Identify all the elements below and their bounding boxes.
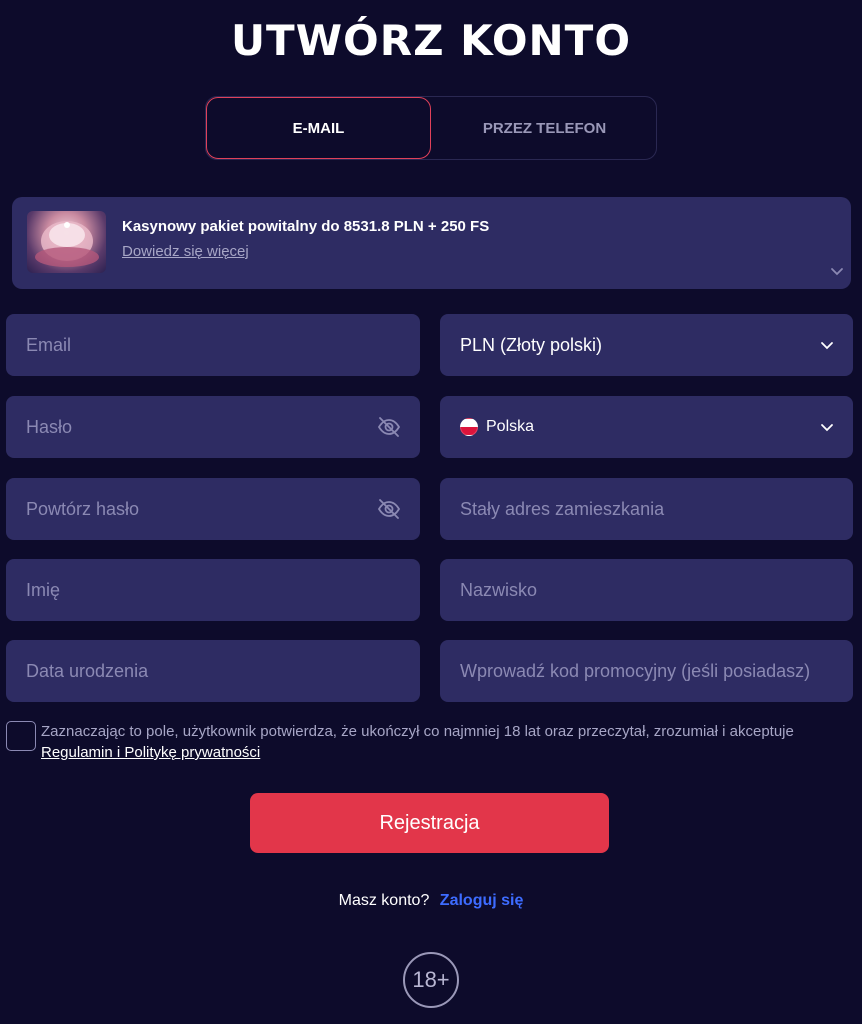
currency-select[interactable]: PLN (Złoty polski)	[440, 314, 853, 376]
address-field[interactable]	[440, 478, 853, 540]
bonus-learn-more-link[interactable]: Dowiedz się więcej	[122, 243, 249, 260]
repeat-password-input[interactable]	[26, 498, 376, 520]
chevron-down-icon	[821, 424, 833, 432]
repeat-password-field[interactable]	[6, 478, 420, 540]
register-button[interactable]: Rejestracja	[250, 793, 609, 853]
age-restriction-badge: 18+	[403, 952, 459, 1008]
password-field[interactable]	[6, 396, 420, 458]
consent-checkbox[interactable]	[6, 721, 36, 751]
tab-phone[interactable]: PRZEZ TELEFON	[432, 97, 657, 159]
eye-off-icon[interactable]	[376, 496, 402, 522]
eye-off-icon[interactable]	[376, 414, 402, 440]
birthdate-field[interactable]	[6, 640, 420, 702]
first-name-field[interactable]	[6, 559, 420, 621]
currency-value: PLN (Złoty polski)	[460, 334, 603, 355]
last-name-field[interactable]	[440, 559, 853, 621]
country-value: Polska	[486, 418, 535, 435]
login-prompt: Masz konto? Zaloguj się	[0, 892, 862, 910]
login-link[interactable]: Zaloguj się	[440, 892, 524, 909]
signup-method-tabs: E-MAIL PRZEZ TELEFON	[205, 96, 657, 160]
promo-code-field[interactable]	[440, 640, 853, 702]
last-name-input[interactable]	[460, 579, 835, 601]
bonus-image	[27, 211, 106, 273]
birthdate-input[interactable]	[26, 660, 402, 682]
email-field[interactable]	[6, 314, 420, 376]
tab-email[interactable]: E-MAIL	[206, 97, 431, 159]
chevron-down-icon[interactable]	[829, 263, 845, 279]
promo-code-input[interactable]	[460, 660, 835, 682]
terms-privacy-link[interactable]: Regulamin i Politykę prywatności	[41, 744, 260, 761]
password-input[interactable]	[26, 416, 376, 438]
page-title: UTWÓRZ KONTO	[230, 16, 632, 65]
country-select[interactable]: Polska	[440, 396, 853, 458]
login-question: Masz konto?	[338, 892, 430, 909]
consent-label: Zaznaczając to pole, użytkownik potwierd…	[41, 721, 851, 763]
address-input[interactable]	[460, 498, 835, 520]
registration-page: UTWÓRZ KONTO E-MAIL PRZEZ TELEFON Kasyno…	[0, 0, 862, 1024]
chevron-down-icon	[821, 342, 833, 350]
poland-flag-icon	[460, 418, 478, 436]
bonus-title: Kasynowy pakiet powitalny do 8531.8 PLN …	[122, 218, 490, 235]
consent-text: Zaznaczając to pole, użytkownik potwierd…	[41, 723, 794, 740]
email-input[interactable]	[26, 334, 402, 356]
first-name-input[interactable]	[26, 579, 402, 601]
